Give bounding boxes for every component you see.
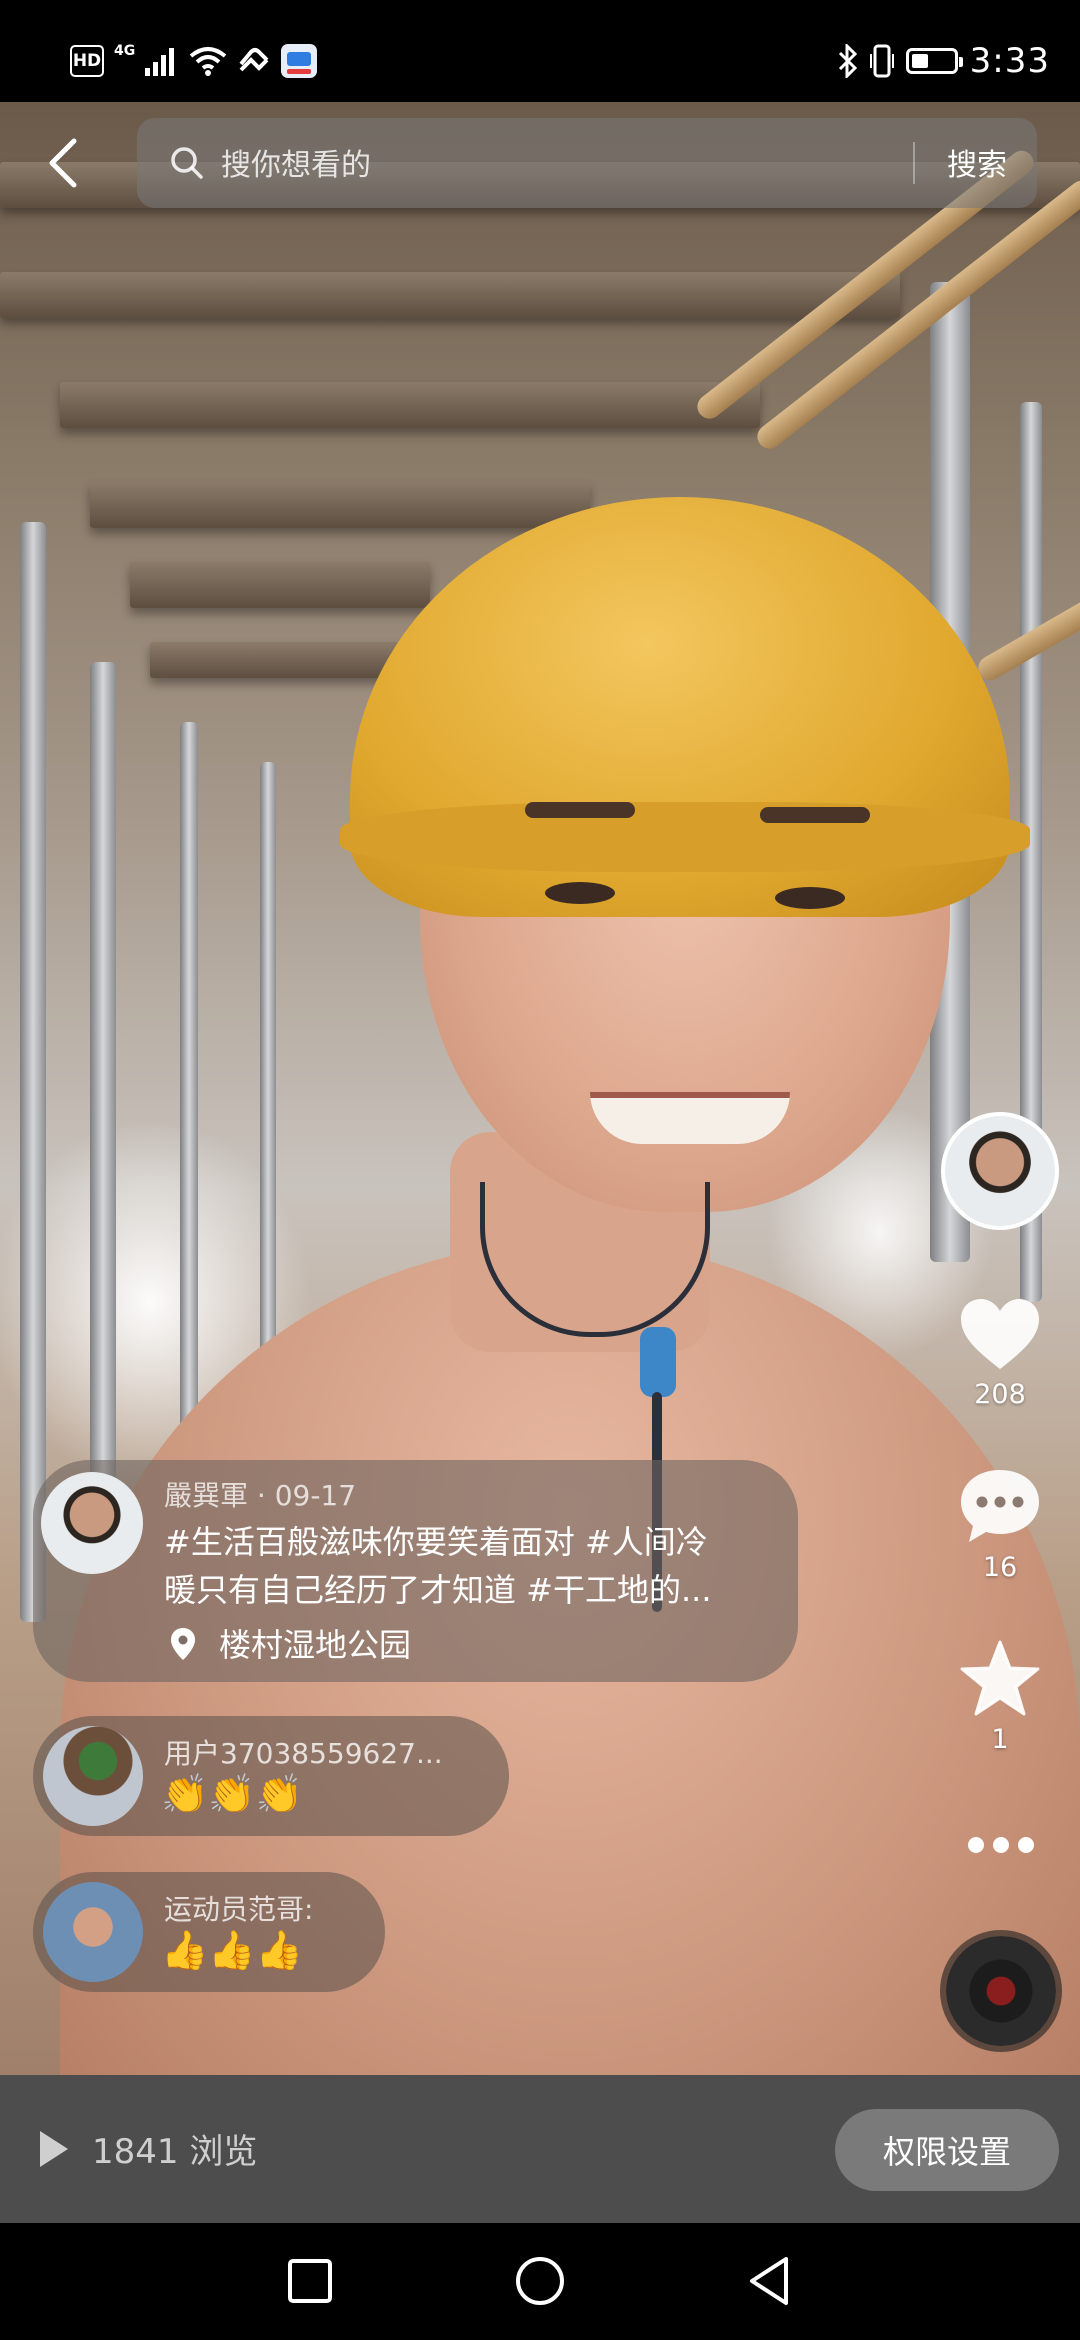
bottom-info-bar: 1841 浏览 权限设置 (0, 2075, 1080, 2223)
music-disc-icon[interactable] (946, 1936, 1056, 2046)
eyebrow (525, 802, 635, 818)
favorite-count: 1 (991, 1724, 1009, 1755)
comment-bubble-icon (961, 1470, 1039, 1542)
battery-level (911, 54, 928, 68)
comment-button[interactable]: 16 (940, 1466, 1060, 1583)
view-count: 1841 浏览 (92, 2132, 258, 2172)
search-icon (171, 147, 203, 179)
recent-apps-square-icon[interactable] (282, 2253, 338, 2309)
location-pin-icon (171, 1628, 195, 1660)
clock: 3:33 (969, 41, 1050, 81)
app-notification-icon (281, 44, 318, 78)
smile (590, 1092, 790, 1144)
ceiling-beam (130, 562, 430, 608)
strap-clip (640, 1327, 676, 1397)
search-input[interactable]: 搜你想看的 (221, 140, 371, 184)
scaffold-pipe (180, 722, 198, 1522)
post-author-date: 嚴巽軍 · 09-17 (164, 1479, 357, 1512)
comment-text: 👏👏👏 (161, 1772, 303, 1816)
comment-text: 👍👍👍 (161, 1928, 303, 1972)
back-arrow-icon[interactable] (44, 135, 84, 191)
play-icon (40, 2131, 68, 2167)
commenter-avatar (43, 1726, 143, 1826)
system-nav-bar (0, 2223, 1080, 2340)
post-location[interactable]: 楼村湿地公园 (219, 1620, 411, 1666)
like-button[interactable]: 208 (940, 1295, 1060, 1410)
author-avatar[interactable] (941, 1112, 1059, 1230)
post-caption[interactable]: #生活百般滋味你要笑着面对 #人间冷 暖只有自己经历了才知道 #干工地的... (164, 1518, 774, 1614)
star-icon (960, 1640, 1040, 1716)
status-right-icons: 3:33 (838, 36, 1050, 86)
home-circle-icon[interactable] (512, 2253, 568, 2309)
nfc-icon (239, 48, 269, 72)
like-count: 208 (974, 1379, 1026, 1410)
wifi-icon (189, 47, 227, 76)
eye (545, 882, 615, 904)
more-options-icon[interactable] (966, 1835, 1036, 1855)
comment-bubble[interactable]: 运动员范哥: 👍👍👍 (33, 1872, 385, 1992)
comment-bubble[interactable]: 用户37038559627... 👏👏👏 (33, 1716, 509, 1836)
post-caption-line: 暖只有自己经历了才知道 #干工地的... (164, 1571, 712, 1609)
commenter-avatar (43, 1882, 143, 1982)
scaffold-pipe (90, 662, 116, 1562)
comment-count: 16 (982, 1552, 1018, 1583)
vibrate-icon (869, 44, 894, 78)
search-divider (913, 142, 915, 184)
eye (775, 887, 845, 909)
scaffold-pipe (20, 522, 46, 1622)
battery-icon (905, 48, 963, 74)
bluetooth-icon (838, 44, 857, 78)
search-button[interactable]: 搜索 (947, 140, 1007, 184)
commenter-name: 用户37038559627... (164, 1737, 443, 1770)
post-caption-line: #生活百般滋味你要笑着面对 #人间冷 (164, 1523, 708, 1561)
signal-icon (145, 48, 175, 76)
post-info-card[interactable]: 嚴巽軍 · 09-17 #生活百般滋味你要笑着面对 #人间冷 暖只有自己经历了才… (33, 1460, 798, 1682)
ceiling-beam (60, 382, 760, 428)
network-type-label: 4G (114, 43, 136, 59)
poster-avatar[interactable] (41, 1472, 143, 1574)
heart-icon (961, 1299, 1039, 1369)
search-bar[interactable]: 搜你想看的 搜索 (137, 118, 1037, 208)
favorite-button[interactable]: 1 (940, 1638, 1060, 1755)
back-triangle-icon[interactable] (742, 2253, 798, 2309)
hard-hat-brim (340, 802, 1030, 872)
eyebrow (760, 807, 870, 823)
commenter-name: 运动员范哥: (164, 1893, 314, 1926)
ceiling-beam (90, 482, 590, 528)
permission-settings-button[interactable]: 权限设置 (835, 2109, 1059, 2191)
ceiling-beam (0, 272, 900, 318)
hd-icon: HD (70, 45, 104, 77)
status-left-icons: HD 4G (70, 40, 318, 82)
